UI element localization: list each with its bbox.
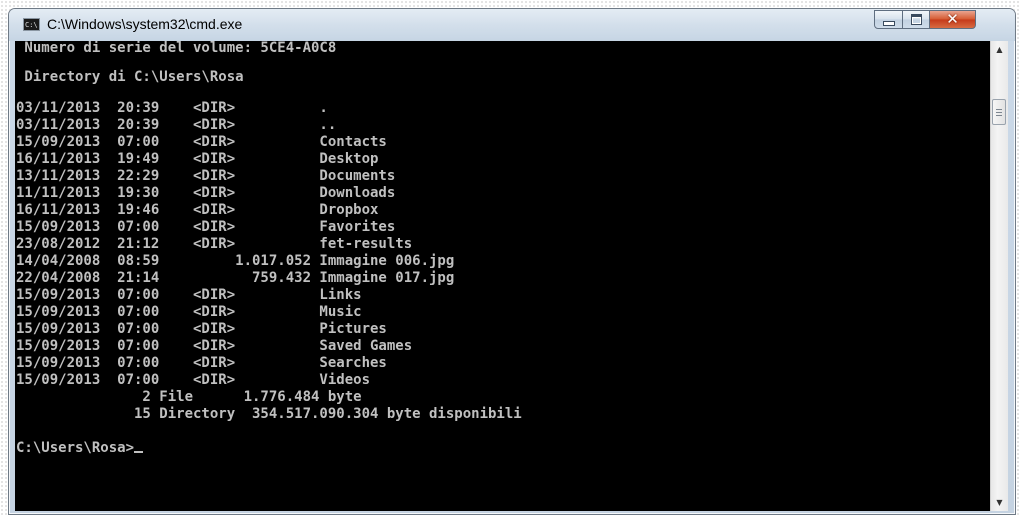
console-line: 16/11/2013 19:49 <DIR> Desktop <box>16 151 379 167</box>
text-cursor <box>134 451 144 453</box>
console-line: 11/11/2013 19:30 <DIR> Downloads <box>16 185 396 201</box>
minimize-icon <box>882 20 895 26</box>
console-output[interactable]: Numero di serie del volume: 5CE4-A0C8 Di… <box>15 41 990 511</box>
vertical-scrollbar[interactable]: ▲ ▼ <box>990 41 1008 511</box>
console-line: 15/09/2013 07:00 <DIR> Pictures <box>16 321 387 337</box>
console-line: 23/08/2012 21:12 <DIR> fet-results <box>16 236 413 252</box>
console-line: 13/11/2013 22:29 <DIR> Documents <box>16 168 396 184</box>
scroll-up-arrow-icon[interactable]: ▲ <box>991 41 1008 58</box>
title-bar[interactable]: C:\ C:\Windows\system32\cmd.exe ✕ <box>9 9 1015 41</box>
console-line: Numero di serie del volume: 5CE4-A0C8 <box>16 41 337 56</box>
console-line: 15/09/2013 07:00 <DIR> Favorites <box>16 219 396 235</box>
console-line: 22/04/2008 21:14 759.432 Immagine 017.jp… <box>16 270 455 286</box>
console-line: 03/11/2013 20:39 <DIR> .. <box>16 117 337 133</box>
maximize-button[interactable] <box>902 10 930 29</box>
console-line: 15/09/2013 07:00 <DIR> Contacts <box>16 134 387 150</box>
console-prompt: C:\Users\Rosa> <box>16 440 135 456</box>
scroll-down-arrow-icon[interactable]: ▼ <box>991 494 1008 511</box>
console-line: 15/09/2013 07:00 <DIR> Saved Games <box>16 338 413 354</box>
console-line: 15 Directory 354.517.090.304 byte dispon… <box>16 406 522 422</box>
grip-icon <box>996 108 1002 116</box>
console-line: 15/09/2013 07:00 <DIR> Videos <box>16 372 371 388</box>
console-line: 2 File 1.776.484 byte <box>16 389 362 405</box>
console-prompt-line[interactable]: C:\Users\Rosa> <box>16 440 144 456</box>
maximize-icon <box>910 14 922 25</box>
close-icon: ✕ <box>946 10 959 28</box>
scrollbar-thumb[interactable] <box>992 99 1006 125</box>
console-line: 03/11/2013 20:39 <DIR> . <box>16 100 328 116</box>
minimize-button[interactable] <box>874 10 903 29</box>
console-line: 15/09/2013 07:00 <DIR> Links <box>16 287 362 303</box>
window-title: C:\Windows\system32\cmd.exe <box>47 16 243 32</box>
cmd-window: C:\ C:\Windows\system32\cmd.exe ✕ Numero… <box>8 8 1016 515</box>
console-line: 14/04/2008 08:59 1.017.052 Immagine 006.… <box>16 253 455 269</box>
console-line: 16/11/2013 19:46 <DIR> Dropbox <box>16 202 379 218</box>
console-icon[interactable]: C:\ <box>23 18 40 31</box>
console-line: 15/09/2013 07:00 <DIR> Searches <box>16 355 387 371</box>
console-line: Directory di C:\Users\Rosa <box>16 69 244 85</box>
close-button[interactable]: ✕ <box>929 10 976 29</box>
console-line: 15/09/2013 07:00 <DIR> Music <box>16 304 362 320</box>
